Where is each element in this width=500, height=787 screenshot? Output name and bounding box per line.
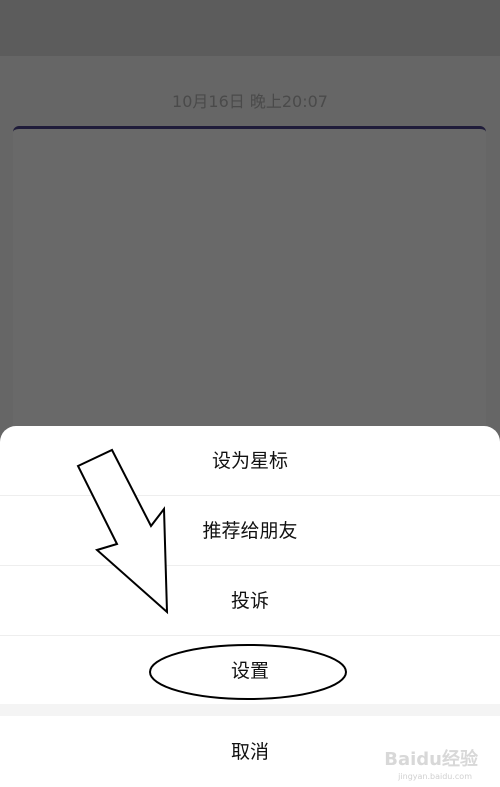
article-card[interactable] — [13, 126, 486, 449]
top-bar — [0, 0, 500, 56]
menu-item-settings[interactable]: 设置 — [0, 636, 500, 706]
menu-item-star[interactable]: 设为星标 — [0, 426, 500, 496]
watermark-url: jingyan.baidu.com — [398, 772, 472, 781]
watermark-logo: Baidu经验 — [384, 749, 478, 770]
menu-item-recommend[interactable]: 推荐给朋友 — [0, 496, 500, 566]
section-gap — [0, 704, 500, 716]
message-timestamp: 10月16日 晚上20:07 — [172, 92, 328, 111]
action-sheet: 设为星标 推荐给朋友 投诉 设置 取消 — [0, 426, 500, 787]
menu-item-report[interactable]: 投诉 — [0, 566, 500, 636]
